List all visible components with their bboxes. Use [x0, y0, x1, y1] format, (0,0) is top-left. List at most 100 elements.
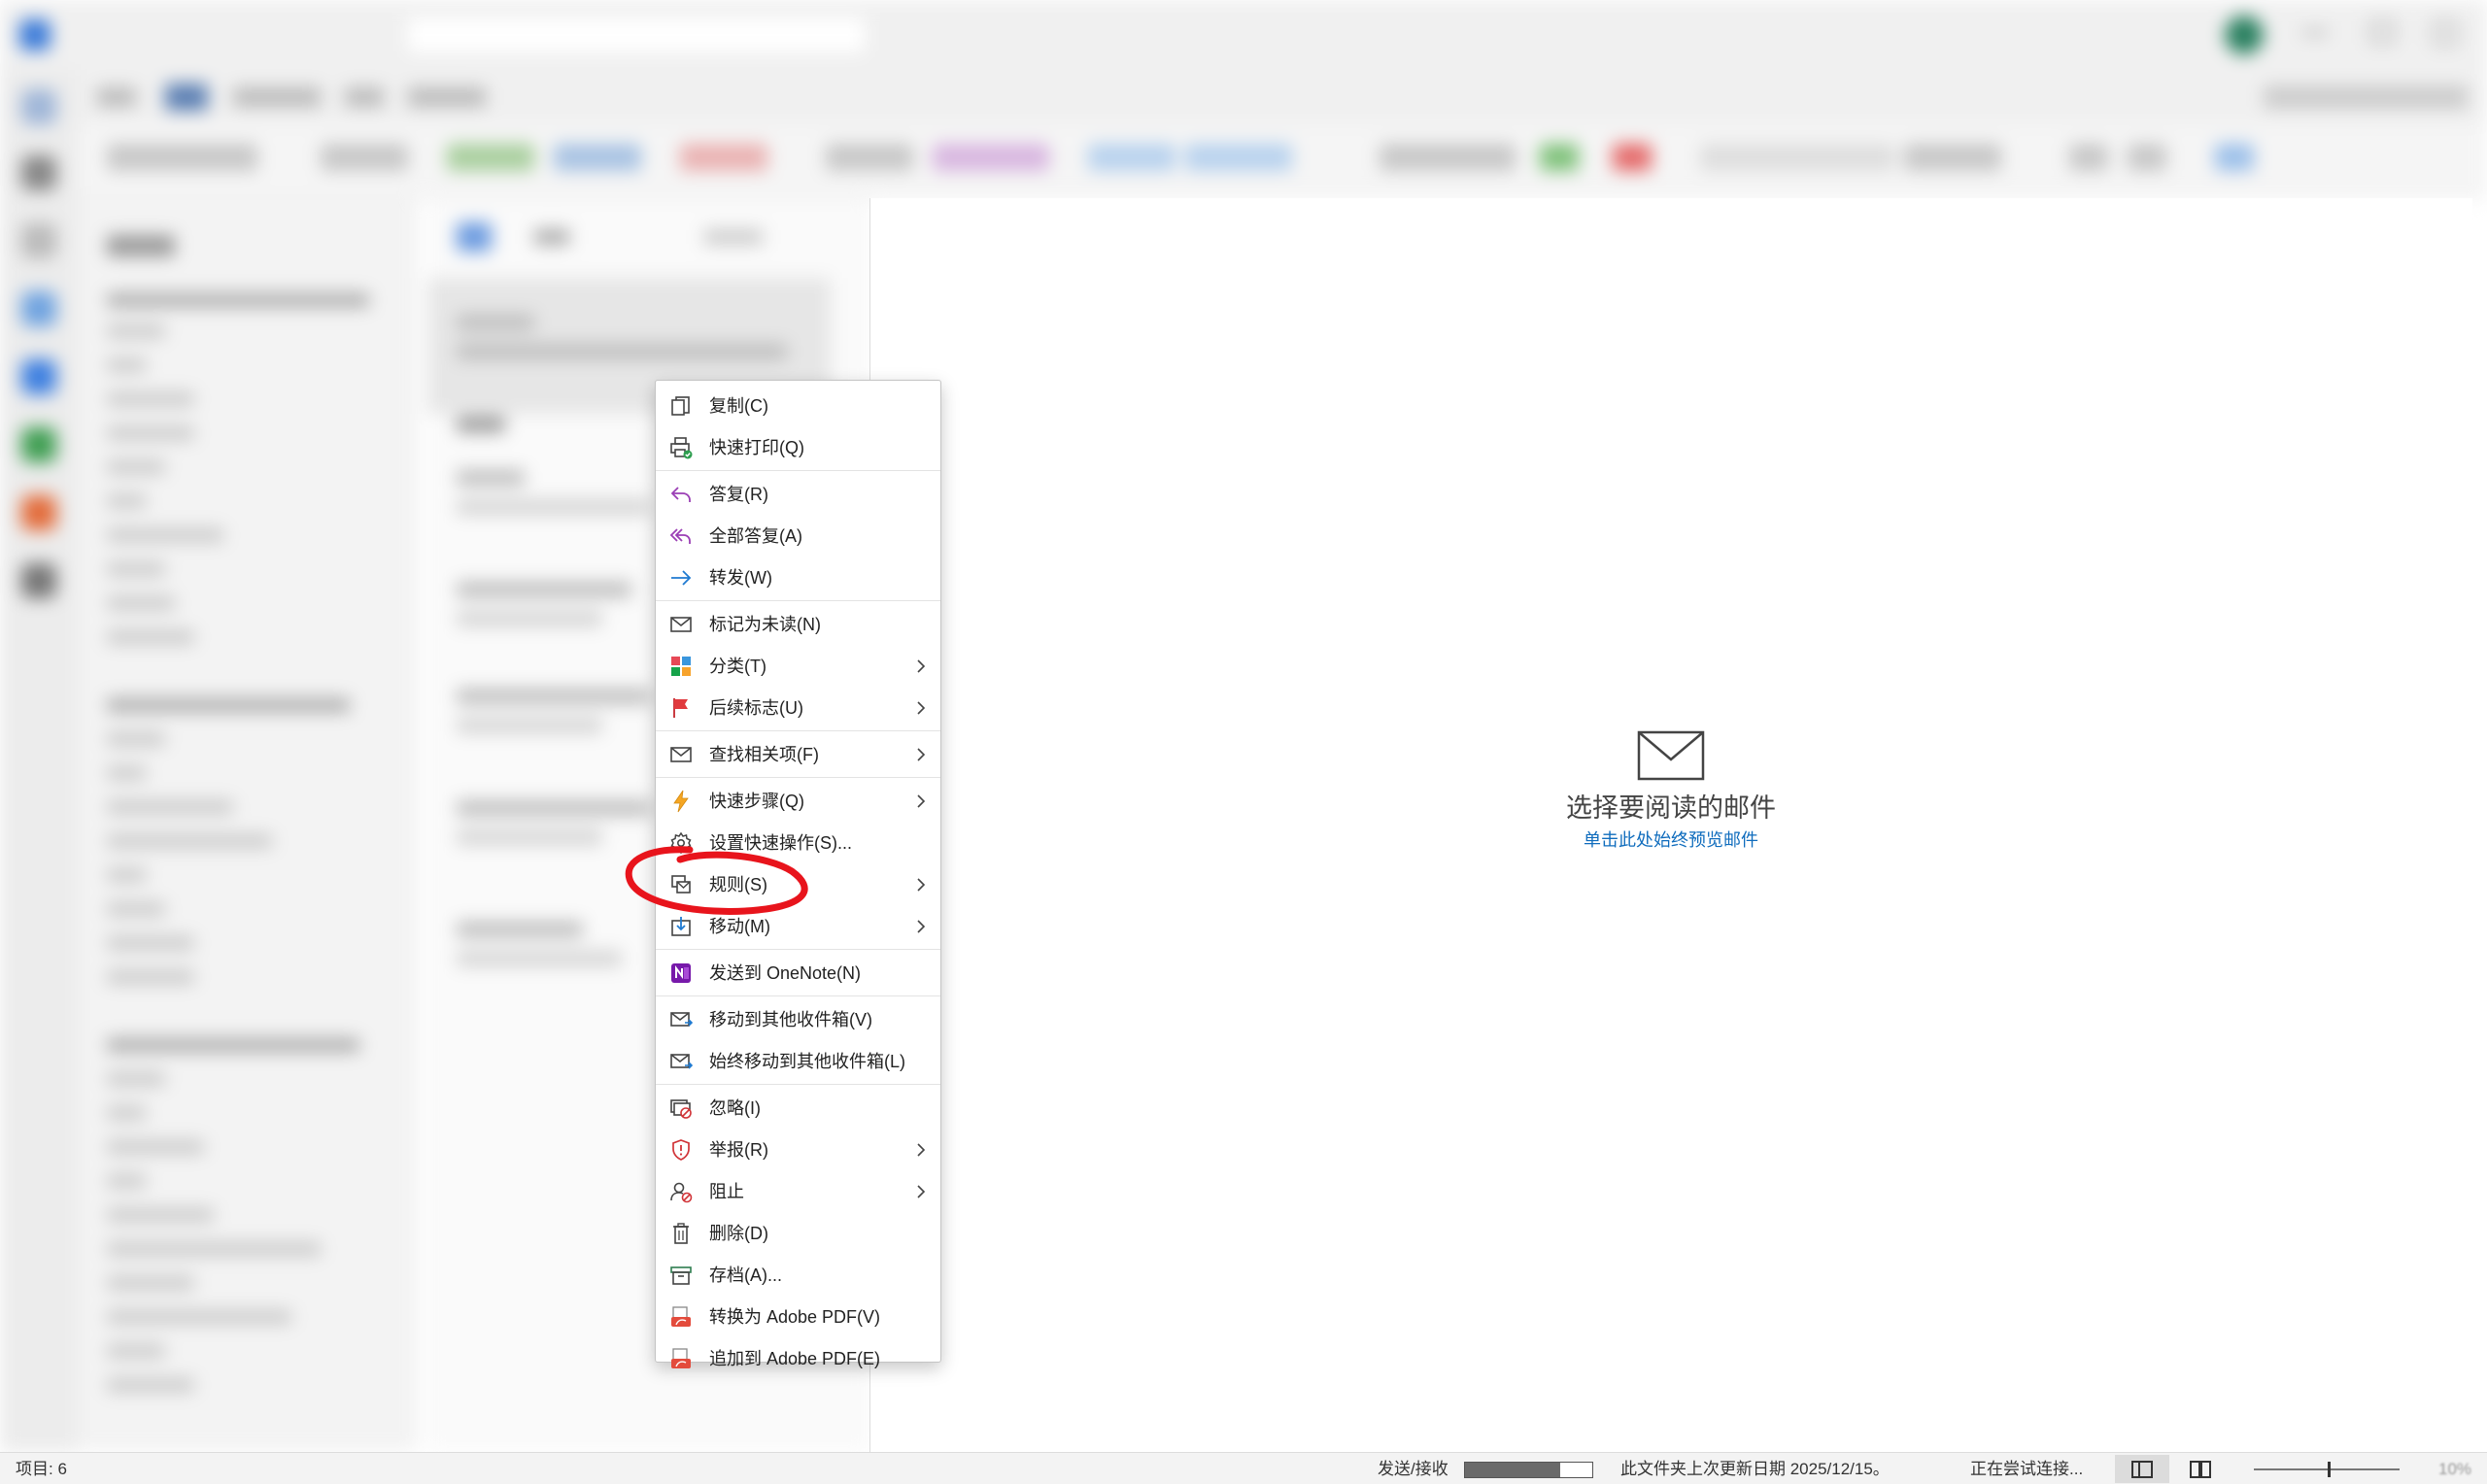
- menu-item-label: 后续标志(U): [709, 698, 803, 718]
- folder-updated-status: 此文件夹上次更新日期 2025/12/15。: [1620, 1460, 1890, 1478]
- menu-item-label: 查找相关项(F): [709, 745, 819, 764]
- menu-item-label: 分类(T): [709, 657, 767, 676]
- quick-print-icon: [670, 437, 693, 459]
- folder-pane: [78, 198, 418, 1451]
- chevron-right-icon: [917, 1143, 926, 1157]
- menu-item-label: 移动(M): [709, 917, 770, 936]
- mark-unread-icon: [670, 617, 692, 632]
- message-context-menu: 复制(C) 快速打印(Q) 答复(R) 全部答复(A) 转发(W) 标记为未读(…: [655, 380, 941, 1368]
- reply-icon: [670, 487, 691, 502]
- menu-item-delete[interactable]: 删除(D): [656, 1212, 940, 1254]
- menu-separator: [656, 777, 940, 778]
- menu-separator: [656, 470, 940, 471]
- reading-pane-empty-state: 选择要阅读的邮件 单击此处始终预览邮件: [1525, 730, 1817, 855]
- menu-item-follow-up[interactable]: 后续标志(U): [656, 687, 940, 728]
- menu-separator: [656, 730, 940, 731]
- menu-item-report[interactable]: 举报(R): [656, 1129, 940, 1170]
- menu-item-append-adobe-pdf[interactable]: 追加到 Adobe PDF(E): [656, 1337, 940, 1379]
- archive-icon: [670, 1266, 692, 1285]
- chevron-right-icon: [917, 920, 926, 933]
- chevron-right-icon: [917, 659, 926, 673]
- copy-icon: [671, 396, 690, 416]
- chevron-right-icon: [917, 748, 926, 761]
- menu-item-forward[interactable]: 转发(W): [656, 556, 940, 598]
- menu-item-label: 阻止: [709, 1182, 744, 1201]
- menu-separator: [656, 600, 940, 601]
- menu-item-label: 存档(A)...: [709, 1265, 782, 1285]
- move-to-other-icon: [670, 1012, 693, 1027]
- chevron-right-icon: [917, 1185, 926, 1198]
- normal-view-button[interactable]: [2115, 1455, 2169, 1483]
- connection-status[interactable]: 正在尝试连接...: [1970, 1459, 2083, 1480]
- outlook-background: 选择要阅读的邮件 单击此处始终预览邮件: [0, 0, 2487, 1452]
- menu-item-label: 转换为 Adobe PDF(V): [709, 1307, 881, 1327]
- send-receive-label[interactable]: 发送/接收: [1378, 1459, 1448, 1480]
- menu-separator: [656, 1084, 940, 1085]
- menu-item-move-to-other[interactable]: 移动到其他收件箱(V): [656, 998, 940, 1040]
- move-icon: [671, 917, 691, 936]
- envelope-icon: [1637, 730, 1705, 781]
- title-bar: [0, 0, 2487, 70]
- lightning-icon: [673, 790, 689, 813]
- menu-item-label: 标记为未读(N): [709, 615, 821, 634]
- menu-item-label: 转发(W): [709, 568, 772, 588]
- app-rail: [0, 70, 78, 1452]
- forward-icon: [671, 570, 692, 586]
- reading-view-button[interactable]: [2176, 1455, 2225, 1483]
- menu-item-reply-all[interactable]: 全部答复(A): [656, 515, 940, 556]
- menu-item-label: 追加到 Adobe PDF(E): [709, 1349, 881, 1368]
- menu-item-label: 移动到其他收件箱(V): [709, 1010, 872, 1029]
- trash-icon: [673, 1223, 689, 1244]
- normal-view-icon: [2131, 1460, 2153, 1478]
- adobe-pdf-append-icon: [671, 1348, 691, 1368]
- send-receive-progress: [1464, 1462, 1593, 1478]
- status-bar: 项目: 6 发送/接收 此文件夹上次更新日期 2025/12/15。 正在尝试连…: [0, 1452, 2487, 1484]
- menu-item-label: 设置快速操作(S)...: [709, 833, 852, 853]
- menu-item-always-move-to-other[interactable]: 始终移动到其他收件箱(L): [656, 1040, 940, 1082]
- always-preview-link[interactable]: 单击此处始终预览邮件: [1525, 826, 1817, 855]
- ignore-icon: [670, 1099, 692, 1119]
- menu-item-ignore[interactable]: 忽略(I): [656, 1087, 940, 1129]
- menu-item-convert-adobe-pdf[interactable]: 转换为 Adobe PDF(V): [656, 1296, 940, 1337]
- menu-item-categorize[interactable]: 分类(T): [656, 645, 940, 687]
- always-move-other-icon: [670, 1054, 693, 1069]
- menu-item-label: 全部答复(A): [709, 526, 802, 546]
- menu-item-label: 复制(C): [709, 396, 768, 416]
- menu-item-move[interactable]: 移动(M): [656, 905, 940, 947]
- menu-separator: [656, 949, 940, 950]
- menu-item-rules[interactable]: 规则(S): [656, 863, 940, 905]
- chevron-right-icon: [917, 878, 926, 892]
- onenote-icon: [671, 963, 691, 983]
- menu-item-label: 始终移动到其他收件箱(L): [709, 1052, 905, 1071]
- gear-icon: [670, 831, 692, 855]
- menu-item-label: 快速打印(Q): [709, 438, 804, 457]
- zoom-slider-thumb[interactable]: [2328, 1462, 2331, 1477]
- menu-item-label: 答复(R): [709, 485, 768, 504]
- menu-separator: [656, 995, 940, 996]
- menu-item-label: 忽略(I): [709, 1098, 761, 1118]
- chevron-right-icon: [917, 701, 926, 715]
- menu-item-label: 删除(D): [709, 1224, 768, 1243]
- menu-item-copy[interactable]: 复制(C): [656, 385, 940, 426]
- zoom-level: 10%: [2438, 1460, 2472, 1478]
- menu-item-label: 规则(S): [709, 875, 767, 894]
- menu-item-configure-quick-actions[interactable]: 设置快速操作(S)...: [656, 822, 940, 863]
- menu-item-label: 发送到 OneNote(N): [709, 963, 862, 983]
- menu-item-quick-steps[interactable]: 快速步骤(Q): [656, 780, 940, 822]
- menu-item-block[interactable]: 阻止: [656, 1170, 940, 1212]
- menu-item-send-to-onenote[interactable]: 发送到 OneNote(N): [656, 952, 940, 994]
- ribbon-tabs: [78, 70, 2487, 124]
- zoom-slider[interactable]: [2254, 1468, 2400, 1470]
- menu-item-mark-unread[interactable]: 标记为未读(N): [656, 603, 940, 645]
- menu-item-reply[interactable]: 答复(R): [656, 473, 940, 515]
- categorize-icon: [671, 657, 691, 676]
- menu-item-label: 举报(R): [709, 1140, 768, 1160]
- block-user-icon: [670, 1182, 693, 1203]
- menu-item-archive[interactable]: 存档(A)...: [656, 1254, 940, 1296]
- find-related-icon: [670, 747, 692, 762]
- menu-item-find-related[interactable]: 查找相关项(F): [656, 733, 940, 775]
- menu-item-quick-print[interactable]: 快速打印(Q): [656, 426, 940, 468]
- reading-view-icon: [2190, 1460, 2211, 1478]
- items-count: 项目: 6: [16, 1460, 67, 1478]
- menu-item-label: 快速步骤(Q): [709, 792, 804, 811]
